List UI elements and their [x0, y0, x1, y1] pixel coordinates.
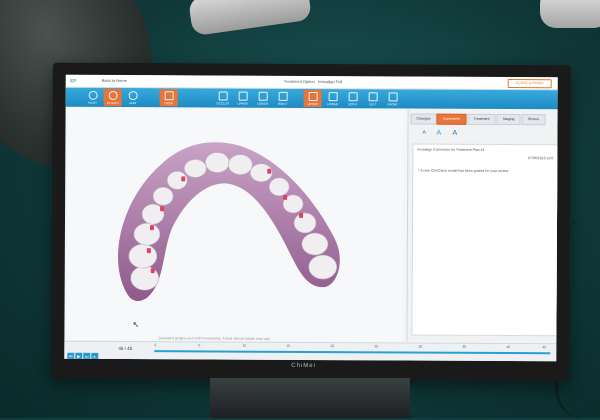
tick-label: 45 [542, 345, 546, 349]
monitor-brand: ChiMei [291, 363, 316, 369]
tab-staging[interactable]: Staging [497, 114, 521, 125]
window-title: Treatment Option Invisalign Full [284, 79, 343, 84]
pilot-button[interactable]: PILOT [84, 89, 102, 106]
tick-label: 20 [330, 344, 334, 348]
toolbar-label: UPPER [307, 102, 317, 106]
close-finish-button[interactable]: CLOSE & FINISH [508, 79, 552, 88]
monitor-stand [210, 378, 410, 418]
tick-label: 10 [242, 344, 246, 348]
lower-arch-button[interactable]: LOWER [324, 90, 342, 107]
grid-icon [218, 92, 227, 101]
attach-button[interactable]: ATTACH [104, 89, 122, 106]
over-button[interactable]: OVER [160, 89, 178, 106]
arch-icon [368, 92, 377, 101]
toolbar-label: OCCLUS [216, 102, 229, 106]
tab-photos[interactable]: Photos [522, 114, 546, 125]
monitor: ign Back to Home Treatment Option Invisa… [51, 63, 571, 382]
title-sub: Invisalign Full [318, 79, 342, 84]
both-arch-button[interactable]: BOTH [344, 90, 362, 107]
toolbar-label: NUM [129, 101, 136, 105]
tick-label: 40 [506, 345, 510, 349]
stage-timeline: ⏮▶⏭▸ 45 / 45 0 5 10 15 20 25 30 35 40 45 [64, 341, 556, 362]
toolbar-label: PILOT [88, 101, 97, 105]
comment-date: 07/06/2016 10:0 [528, 156, 553, 160]
toolbar-label: FRONT [387, 102, 397, 106]
front-view-button[interactable]: FRONT [384, 90, 402, 107]
app-logo: ign [70, 78, 77, 84]
info-panel: Changes Comments Treatment Staging Photo… [406, 110, 557, 343]
back-to-home-link[interactable]: Back to Home [102, 78, 127, 83]
tick-label: 15 [286, 344, 290, 348]
mouse-cursor: ↖ [132, 320, 139, 329]
arch-icon [348, 92, 357, 101]
tick-label: 25 [374, 344, 378, 348]
plus-icon [164, 91, 173, 100]
arch-icon [328, 92, 337, 101]
num-button[interactable]: NUM [124, 89, 142, 106]
toolbar-label: OVER [164, 101, 173, 105]
timeline-ticks: 0 5 10 15 20 25 30 35 40 45 [154, 343, 550, 345]
pilot-icon [88, 91, 97, 100]
toolbar-label: LOWER [257, 102, 268, 106]
dental-lamp-right [540, 0, 600, 28]
3d-viewer[interactable]: ↖ Simulated gingiva and tooth movements.… [66, 108, 403, 342]
tab-changes[interactable]: Changes [411, 114, 437, 125]
screen: ign Back to Home Treatment Option Invisa… [64, 75, 557, 362]
play-button[interactable]: ▶ [75, 353, 82, 360]
occlusion-button[interactable]: OCCLUS [214, 89, 232, 106]
tick-label: 0 [154, 343, 156, 347]
timeline-track[interactable] [154, 350, 550, 354]
tab-treatment[interactable]: Treatment [468, 114, 496, 125]
tick-label: 5 [198, 343, 200, 347]
attach-icon [108, 91, 117, 100]
font-medium-icon[interactable]: A [436, 130, 441, 137]
upper-arch-button[interactable]: UPPER [304, 90, 322, 107]
toolbar: PILOT ATTACH NUM OVER OCCLUS UPPER LOWER… [66, 88, 558, 110]
first-stage-button[interactable]: ⏮ [67, 353, 74, 360]
dental-arch-model [66, 108, 403, 342]
toolbar-label: BOTH [348, 102, 356, 106]
tab-comments[interactable]: Comments [437, 114, 467, 125]
grid-icon [278, 92, 287, 101]
toolbar-label: LEFT [369, 102, 376, 106]
stage-counter: 45 / 45 [118, 346, 132, 351]
font-small-icon[interactable]: A [422, 130, 425, 136]
playback-controls: ⏮▶⏭▸ [67, 345, 99, 362]
disclaimer-caption: Simulated gingiva and tooth movements. A… [158, 336, 270, 341]
grid-icon [258, 92, 267, 101]
left-view-button[interactable]: LEFT [364, 90, 382, 107]
toolbar-label: UPPER [237, 102, 247, 106]
comment-title: Invisalign Comments for Treatment Plan #… [417, 148, 484, 152]
toolbar-label: LOWER [327, 102, 338, 106]
next-stage-button[interactable]: ▸ [91, 353, 98, 360]
title-main: Treatment Option [284, 79, 315, 84]
tick-label: 35 [462, 345, 466, 349]
comment-box: Invisalign Comments for Treatment Plan #… [411, 144, 557, 337]
arch-icon [308, 92, 317, 101]
comment-message: * A new ClinCheck model has been posted … [418, 169, 509, 173]
right-view-button[interactable]: RIGHT [274, 90, 292, 107]
clock-icon [128, 91, 137, 100]
tick-label: 30 [418, 345, 422, 349]
toolbar-label: ATTACH [107, 101, 119, 105]
lower-view-button[interactable]: LOWER [254, 90, 272, 107]
photo-scene: ign Back to Home Treatment Option Invisa… [0, 0, 600, 418]
arch-icon [388, 92, 397, 101]
grid-icon [238, 92, 247, 101]
upper-view-button[interactable]: UPPER [234, 90, 252, 107]
last-stage-button[interactable]: ⏭ [83, 353, 90, 360]
toolbar-label: RIGHT [278, 102, 287, 106]
font-large-icon[interactable]: A [452, 130, 457, 137]
